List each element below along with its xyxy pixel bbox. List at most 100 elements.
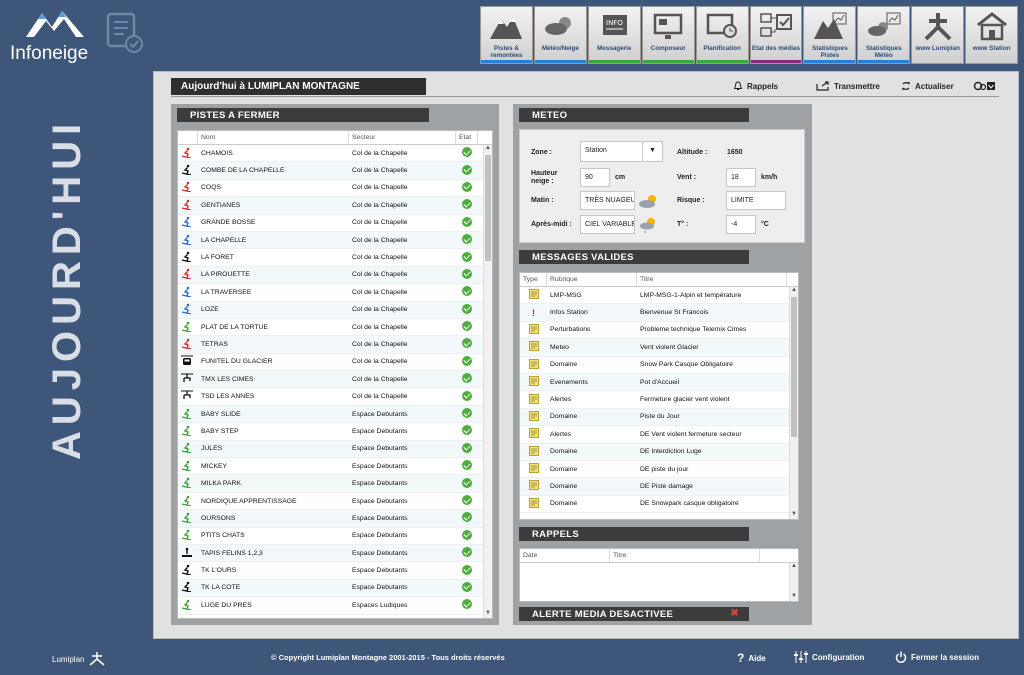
status-check-icon — [456, 355, 478, 368]
nav-button-8[interactable]: www Lumiplan — [911, 6, 965, 64]
table-row[interactable]: TK LA COTE Espace Debutants — [178, 579, 492, 598]
piste-sector: Col de la Chapelle — [352, 288, 408, 296]
piste-type-icon — [178, 495, 198, 508]
table-row[interactable]: JULES Espace Debutants — [178, 440, 492, 459]
scroll-down-arrow[interactable]: ▼ — [790, 511, 798, 519]
temperature-input[interactable]: -4 — [726, 215, 756, 234]
nav-button-1[interactable]: Météo/Neige — [533, 6, 587, 64]
table-row[interactable]: Domaine DE piste du jour — [520, 461, 798, 479]
actualiser-button[interactable]: Actualiser — [901, 81, 954, 91]
col-header-date[interactable]: Date — [520, 549, 610, 562]
configuration-link[interactable]: Configuration — [794, 651, 864, 663]
scroll-thumb[interactable] — [791, 297, 797, 437]
nav-button-0[interactable]: Pistes & remontées — [480, 6, 533, 64]
col-header-titre[interactable]: Titre — [637, 273, 787, 286]
col-header-nom[interactable]: Nom — [198, 131, 349, 144]
table-row[interactable]: BABY STEP Espace Debutants — [178, 423, 492, 441]
table-row[interactable]: OURSONS Espace Debutants — [178, 510, 492, 528]
table-row[interactable]: Alertes DE Vent violent fermeture secteur — [520, 426, 798, 444]
messages-scrollbar[interactable]: ▲ ▼ — [789, 287, 798, 519]
scroll-thumb[interactable] — [485, 155, 491, 261]
col-header-rubrique[interactable]: Rubrique — [547, 273, 637, 286]
svg-text:INFO: INFO — [606, 19, 623, 27]
table-row[interactable]: Domaine DE Snowpark casque obligatoire — [520, 496, 798, 514]
close-icon[interactable]: ✖ — [730, 608, 739, 619]
pistes-table: Nom Secteur Etat CHAMOIS Col de la Chapel… — [177, 130, 493, 619]
scroll-down-arrow[interactable]: ▼ — [484, 610, 492, 618]
scroll-down-arrow[interactable]: ▼ — [790, 593, 798, 601]
col-header-titre[interactable]: Titre — [610, 549, 760, 562]
table-row[interactable]: BABY SLIDE Espace Debutants — [178, 405, 492, 424]
hauteur-input[interactable]: 90 — [580, 168, 610, 187]
note-icon — [528, 480, 539, 491]
zone-select[interactable]: Station ▼ — [580, 141, 663, 162]
nav-button-2[interactable]: INFO Messagerie — [587, 6, 641, 64]
nav-button-3[interactable]: Composeur — [641, 6, 695, 64]
table-row[interactable]: LA FORET Col de la Chapelle — [178, 249, 492, 267]
table-row[interactable]: GRANDE BOSSE Col de la Chapelle — [178, 215, 492, 232]
table-row[interactable]: Domaine DE Piste damage — [520, 478, 798, 496]
nav-button-6[interactable]: Statistiques Pistes — [803, 6, 857, 64]
table-row[interactable]: LMP-MSG LMP-MSG-1-Alpin et température — [520, 287, 798, 305]
table-row[interactable]: TMX LES CIMES Col de la Chapelle — [178, 371, 492, 389]
table-row[interactable]: MILKA PARK Espace Debutants — [178, 475, 492, 493]
table-row[interactable]: TK L'OURS Espace Debutants — [178, 562, 492, 580]
vent-input[interactable]: 18 — [726, 168, 756, 187]
scroll-up-arrow[interactable]: ▲ — [790, 287, 798, 295]
table-row[interactable]: TETRAS Col de la Chapelle — [178, 336, 492, 354]
col-header-secteur[interactable]: Secteur — [349, 131, 456, 144]
piste-sector: Col de la Chapelle — [352, 323, 408, 331]
nav-label: Etat des médias — [752, 45, 800, 52]
table-row[interactable]: LA CHAPELLE Col de la Chapelle — [178, 231, 492, 250]
table-row[interactable]: PLAT DE LA TORTUE Col de la Chapelle — [178, 319, 492, 337]
table-row[interactable]: Domaine Piste du Jour — [520, 408, 798, 427]
transmettre-button[interactable]: Transmettre — [816, 81, 880, 91]
logout-link[interactable]: Fermer la session — [895, 651, 979, 663]
nav-button-7[interactable]: Statistiques Météo — [857, 6, 911, 64]
matin-input[interactable]: TRÈS NUAGEUX — [580, 191, 635, 210]
table-row[interactable]: LUGE DU PRES Espaces Ludiques — [178, 597, 492, 615]
table-row[interactable]: PTITS CHATS Espace Debutants — [178, 528, 492, 545]
table-row[interactable]: NORDIQUE APPRENTISSAGE Espace Debutants — [178, 493, 492, 511]
table-row[interactable]: Evenements Pot d'Accueil — [520, 373, 798, 392]
table-row[interactable]: COQS Col de la Chapelle — [178, 180, 492, 198]
risque-input[interactable]: LIMITE — [726, 191, 786, 210]
table-row[interactable]: Domaine DE Interdiction Luge — [520, 443, 798, 461]
rappels-button[interactable]: Rappels — [733, 81, 778, 91]
table-row[interactable]: TSD LES ANNES Col de la Chapelle — [178, 388, 492, 406]
settings-menu-button[interactable] — [973, 81, 995, 91]
alerte-media-bar[interactable]: ALERTE MEDIA DESACTIVEE ✖ — [519, 607, 749, 621]
table-row[interactable]: TAPIS FELINS 1,2,3 Espace Debutants — [178, 544, 492, 563]
status-check-icon — [456, 321, 478, 333]
nav-button-9[interactable]: www Station — [965, 6, 1019, 64]
status-check-icon — [456, 199, 478, 211]
message-titre: DE Piste damage — [640, 482, 693, 490]
table-row[interactable]: LOZE Col de la Chapelle — [178, 301, 492, 319]
infoneige-logo[interactable]: Infoneige — [8, 5, 104, 65]
table-row[interactable]: LA PIROUETTE Col de la Chapelle — [178, 266, 492, 285]
table-row[interactable]: Meteo Vent violent Glacier — [520, 339, 798, 357]
aide-link[interactable]: ? Aide — [737, 651, 766, 665]
table-row[interactable]: FUNITEL DU GLACIER Col de la Chapelle — [178, 354, 492, 372]
table-row[interactable]: CHAMOIS Col de la Chapelle — [178, 145, 492, 163]
pistes-scrollbar[interactable]: ▲ ▼ — [483, 145, 492, 618]
table-row[interactable]: GENTIANES Col de la Chapelle — [178, 197, 492, 215]
table-row[interactable]: Alertes Fermeture glacier vent violent — [520, 391, 798, 409]
table-row[interactable]: MICKEY Espace Debutants — [178, 458, 492, 476]
table-row[interactable]: LA TRAVERSEE Col de la Chapelle — [178, 284, 492, 302]
rappels-scrollbar[interactable]: ▲ ▼ — [789, 563, 798, 601]
table-row[interactable]: Domaine Snow Park Casque Obligatoire — [520, 357, 798, 374]
chevron-down-icon[interactable]: ▼ — [642, 142, 662, 161]
table-row[interactable]: ! Infos Station Bienvenue St Francois — [520, 304, 798, 322]
col-header-type[interactable]: Type — [520, 273, 547, 286]
scroll-up-arrow[interactable]: ▲ — [790, 563, 798, 571]
table-row[interactable]: COMBE DE LA CHAPELLE Col de la Chapelle — [178, 162, 492, 180]
stats-mountain-icon — [813, 11, 847, 43]
scroll-up-arrow[interactable]: ▲ — [484, 145, 492, 153]
status-check-icon — [456, 303, 478, 316]
table-row[interactable]: Perturbations Probleme technique Telemix … — [520, 322, 798, 340]
apresmidi-input[interactable]: CIEL VARIABLE — [580, 215, 635, 234]
nav-button-4[interactable]: Planification — [695, 6, 749, 64]
nav-button-5[interactable]: Etat des médias — [749, 6, 803, 64]
col-header-etat[interactable]: Etat — [456, 131, 478, 144]
